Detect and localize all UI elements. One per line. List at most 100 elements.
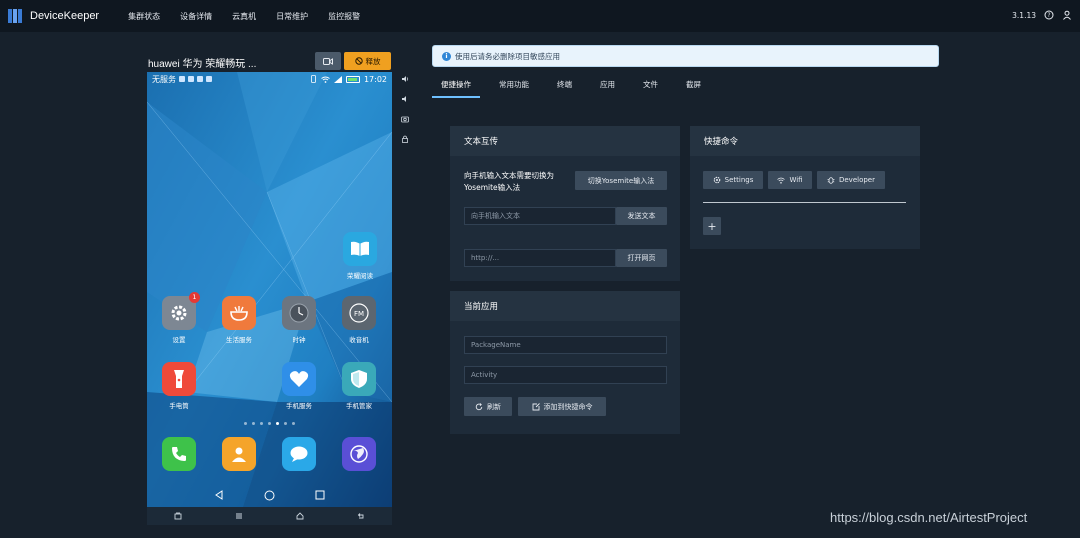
app-flashlight[interactable]: 手电筒 xyxy=(154,362,204,410)
vibrate-icon xyxy=(311,75,316,83)
alert-text: 使用后请务必删除项目敏感应用 xyxy=(455,51,560,61)
app-label: 收音机 xyxy=(349,336,369,344)
app-name: DeviceKeeper xyxy=(30,10,100,22)
volume-up-icon[interactable] xyxy=(399,75,411,87)
app-settings[interactable]: 1 设置 xyxy=(154,292,204,344)
app-label: 生活服务 xyxy=(226,336,252,344)
divider xyxy=(703,202,906,203)
app-label: 设置 xyxy=(172,336,186,344)
page-indicator xyxy=(147,422,392,425)
tab-files[interactable]: 文件 xyxy=(634,76,667,98)
app-label: 手电筒 xyxy=(169,402,189,410)
soft-nav-bar xyxy=(147,485,392,505)
release-device-button[interactable]: 释放 xyxy=(344,52,391,70)
book-icon xyxy=(343,232,377,266)
tab-screenshot[interactable]: 截屏 xyxy=(677,76,710,98)
video-camera-icon xyxy=(323,57,333,65)
shortcut-developer-button[interactable]: Developer xyxy=(817,171,885,189)
back-icon[interactable] xyxy=(357,512,365,520)
app-honor-read[interactable]: 荣耀阅读 xyxy=(335,232,385,280)
app-label: 手机服务 xyxy=(286,402,312,410)
nav-item-monitoring[interactable]: 监控报警 xyxy=(328,11,360,22)
package-name-input[interactable] xyxy=(464,336,667,354)
camera-icon[interactable] xyxy=(399,115,411,127)
notification-badge: 1 xyxy=(189,292,200,303)
volume-down-icon[interactable] xyxy=(399,95,411,107)
app-messages[interactable] xyxy=(274,437,324,471)
contacts-icon xyxy=(222,437,256,471)
shield-icon xyxy=(342,362,376,396)
notification-icon xyxy=(188,76,194,82)
rotate-icon[interactable] xyxy=(174,512,182,520)
activity-input[interactable] xyxy=(464,366,667,384)
flashlight-icon xyxy=(162,362,196,396)
svg-text:FM: FM xyxy=(354,310,364,318)
nav-item-maintenance[interactable]: 日常维护 xyxy=(276,11,308,22)
current-app-card: 当前应用 刷新 添加到快捷命令 xyxy=(450,291,680,434)
user-icon[interactable] xyxy=(1062,10,1072,20)
add-shortcut-icon xyxy=(532,402,540,410)
nav-item-device-detail[interactable]: 设备详情 xyxy=(180,11,212,22)
refresh-button[interactable]: 刷新 xyxy=(464,397,512,416)
refresh-icon xyxy=(475,402,483,410)
device-status-bar: 无服务 17:02 xyxy=(147,72,392,86)
app-phone[interactable] xyxy=(154,437,204,471)
info-icon: i xyxy=(442,51,451,61)
app-browser[interactable] xyxy=(334,437,384,471)
recents-icon[interactable] xyxy=(315,490,325,500)
logo[interactable]: DeviceKeeper xyxy=(8,9,99,23)
ime-hint: 向手机输入文本需要切换为 Yosemite输入法 xyxy=(464,171,554,192)
tab-terminal[interactable]: 终端 xyxy=(548,76,581,98)
switch-ime-button[interactable]: 切换Yosemite输入法 xyxy=(575,171,667,190)
browser-icon xyxy=(342,437,376,471)
card-title: 当前应用 xyxy=(450,291,680,321)
gear-icon xyxy=(713,176,720,184)
app-radio[interactable]: FM 收音机 xyxy=(334,296,384,344)
add-shortcut-button[interactable]: + xyxy=(703,217,721,235)
signal-icon xyxy=(333,75,342,83)
nav-item-cloud-device[interactable]: 云真机 xyxy=(232,11,256,22)
menu-icon[interactable] xyxy=(235,512,243,520)
app-clock[interactable]: 时钟 xyxy=(274,296,324,344)
card-title: 快捷命令 xyxy=(690,126,920,156)
wifi-icon xyxy=(777,177,786,184)
add-to-shortcuts-button[interactable]: 添加到快捷命令 xyxy=(518,397,606,416)
nav-item-cluster-status[interactable]: 集群状态 xyxy=(128,11,160,22)
ban-icon xyxy=(354,57,363,65)
home-icon[interactable] xyxy=(296,512,304,520)
app-phone-manager[interactable]: 手机管家 xyxy=(334,362,384,410)
device-screen[interactable]: 无服务 17:02 荣耀阅读 1 设置 生活服务 时钟 FM 收音机 手电筒 手… xyxy=(147,72,392,525)
version-label: 3.1.13 xyxy=(1012,10,1036,20)
app-label: 手机管家 xyxy=(346,402,372,410)
app-contacts[interactable] xyxy=(214,437,264,471)
shortcut-wifi-button[interactable]: Wifi xyxy=(768,171,812,189)
send-text-input[interactable] xyxy=(464,207,616,225)
shortcut-settings-button[interactable]: Settings xyxy=(703,171,763,189)
tab-common-functions[interactable]: 常用功能 xyxy=(490,76,538,98)
notification-icon xyxy=(206,76,212,82)
app-life-service[interactable]: 生活服务 xyxy=(214,296,264,344)
app-phone-service[interactable]: 手机服务 xyxy=(274,362,324,410)
tab-bar: 便捷操作 常用功能 终端 应用 文件 截屏 xyxy=(432,76,710,98)
clock-icon xyxy=(282,296,316,330)
notification-icon xyxy=(179,76,185,82)
help-icon[interactable]: ? xyxy=(1044,10,1054,20)
tab-apps[interactable]: 应用 xyxy=(591,76,624,98)
watermark: https://blog.csdn.net/AirtestProject xyxy=(830,510,1028,525)
send-text-button[interactable]: 发送文本 xyxy=(616,207,667,225)
message-icon xyxy=(282,437,316,471)
open-url-button[interactable]: 打开网页 xyxy=(616,249,667,267)
device-time: 17:02 xyxy=(363,74,387,84)
back-icon[interactable] xyxy=(214,490,224,500)
url-input[interactable] xyxy=(464,249,616,267)
home-icon[interactable] xyxy=(264,490,275,501)
carrier-status: 无服务 xyxy=(152,74,176,84)
tab-quick-ops[interactable]: 便捷操作 xyxy=(432,76,480,98)
release-label: 释放 xyxy=(365,56,381,66)
top-bar: DeviceKeeper 集群状态 设备详情 云真机 日常维护 监控报警 3.1… xyxy=(0,0,1080,32)
lock-icon[interactable] xyxy=(399,135,411,147)
notification-icon xyxy=(197,76,203,82)
record-video-button[interactable] xyxy=(315,52,341,70)
bug-icon xyxy=(827,177,835,184)
svg-text:?: ? xyxy=(1047,12,1050,19)
